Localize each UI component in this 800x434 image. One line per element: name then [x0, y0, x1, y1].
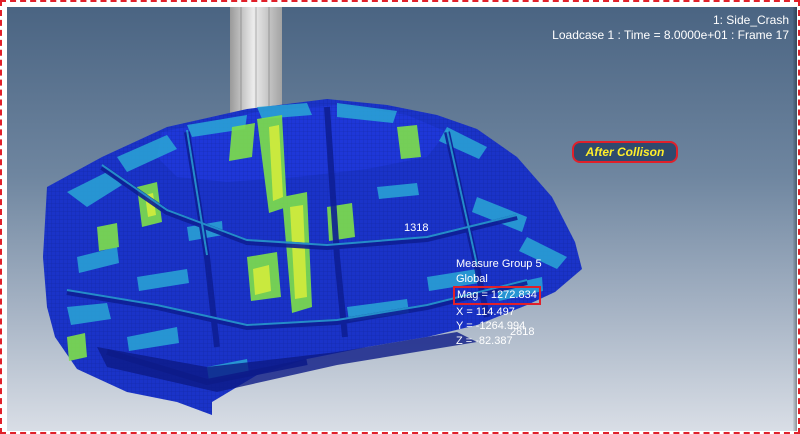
measure-group-label: Measure Group 5 — [456, 258, 542, 270]
measure-system-label: Global — [456, 272, 488, 285]
after-collision-note[interactable]: After Collison — [572, 141, 678, 163]
measure-z-value: Z = -82.387 — [456, 334, 513, 347]
measure-y-value: Y = -1264.994 — [456, 320, 526, 332]
loadcase-info: Loadcase 1 : Time = 8.0000e+01 : Frame 1… — [552, 28, 789, 42]
model-title: 1: Side_Crash — [712, 13, 789, 27]
measure-readout[interactable]: Measure Group 5 Global Mag = 1272.834 X … — [453, 257, 542, 348]
screenshot-frame: 1: Side_Crash Loadcase 1 : Time = 8.0000… — [0, 0, 800, 434]
measure-magnitude: Mag = 1272.834 — [453, 286, 541, 305]
viewport-edge-shadow — [793, 7, 797, 431]
graphics-viewport[interactable]: 1: Side_Crash Loadcase 1 : Time = 8.0000… — [7, 7, 797, 431]
measure-x-value: X = 114.497 — [456, 305, 515, 318]
crash-model-view[interactable] — [7, 7, 797, 431]
node-label-1318[interactable]: 1318 — [404, 222, 428, 234]
